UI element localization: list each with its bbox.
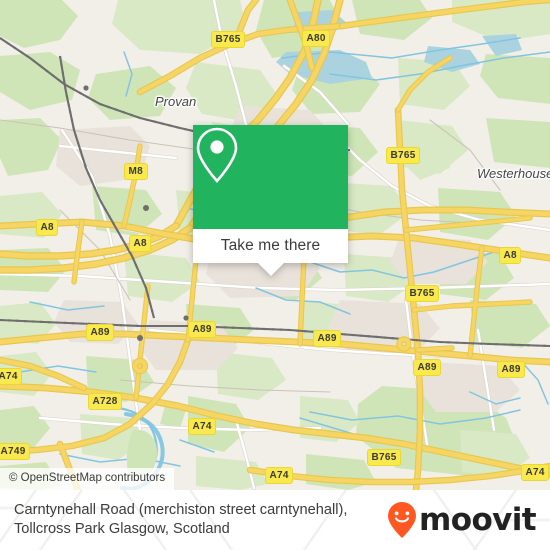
road-shield-a89: A89 xyxy=(313,330,342,347)
road-shield-b765: B765 xyxy=(405,285,440,302)
location-title: Carntynehall Road (merchiston street car… xyxy=(14,501,387,540)
road-shield-a74: A74 xyxy=(521,464,550,481)
road-shield-a89: A89 xyxy=(86,324,115,341)
road-shield-a89: A89 xyxy=(413,359,442,376)
place-label-westerhouse: Westerhouse xyxy=(477,166,550,181)
road-shield-a89: A89 xyxy=(497,361,526,378)
map-canvas[interactable]: .g{fill:#cfe5b8} .g2{fill:#d9e9c5} .w{fi… xyxy=(0,0,550,490)
location-title-line1: Carntynehall Road (merchiston street car… xyxy=(14,501,348,518)
location-title-line2: Tollcross Park Glasgow, Scotland xyxy=(14,521,230,537)
road-shield-a749: A749 xyxy=(0,443,31,460)
road-shield-a74: A74 xyxy=(188,418,217,435)
osm-attribution[interactable]: © OpenStreetMap contributors xyxy=(0,468,175,490)
road-shield-b765: B765 xyxy=(367,449,402,466)
moovit-brand[interactable]: moovit xyxy=(387,501,538,539)
road-shield-a8: A8 xyxy=(36,219,59,236)
popup-icon-area xyxy=(193,125,348,229)
moovit-pin-icon xyxy=(388,502,417,538)
take-me-there-button[interactable]: Take me there xyxy=(221,237,321,255)
footer-content: Carntynehall Road (merchiston street car… xyxy=(0,490,550,550)
map-pin-icon xyxy=(196,127,238,183)
place-label-provan: Provan xyxy=(155,94,197,109)
road-shield-a80: A80 xyxy=(302,30,331,47)
road-shield-a8: A8 xyxy=(499,247,522,264)
road-shield-b765: B765 xyxy=(386,147,421,164)
road-shield-b765: B765 xyxy=(211,31,246,48)
road-shield-m8: M8 xyxy=(124,163,148,180)
road-shield-a728: A728 xyxy=(88,393,123,410)
popup-action-area[interactable]: Take me there xyxy=(193,229,348,276)
road-shield-a89: A89 xyxy=(188,321,217,338)
road-shield-a8: A8 xyxy=(129,235,152,252)
moovit-wordmark: moovit xyxy=(419,501,537,538)
road-shield-a74: A74 xyxy=(265,467,294,484)
map-page: .g{fill:#cfe5b8} .g2{fill:#d9e9c5} .w{fi… xyxy=(0,0,550,550)
location-popup-card[interactable]: Take me there xyxy=(193,125,348,276)
road-shield-a74: A74 xyxy=(0,368,23,385)
popup-pointer xyxy=(257,263,284,276)
footer-bar: Carntynehall Road (merchiston street car… xyxy=(0,490,550,550)
